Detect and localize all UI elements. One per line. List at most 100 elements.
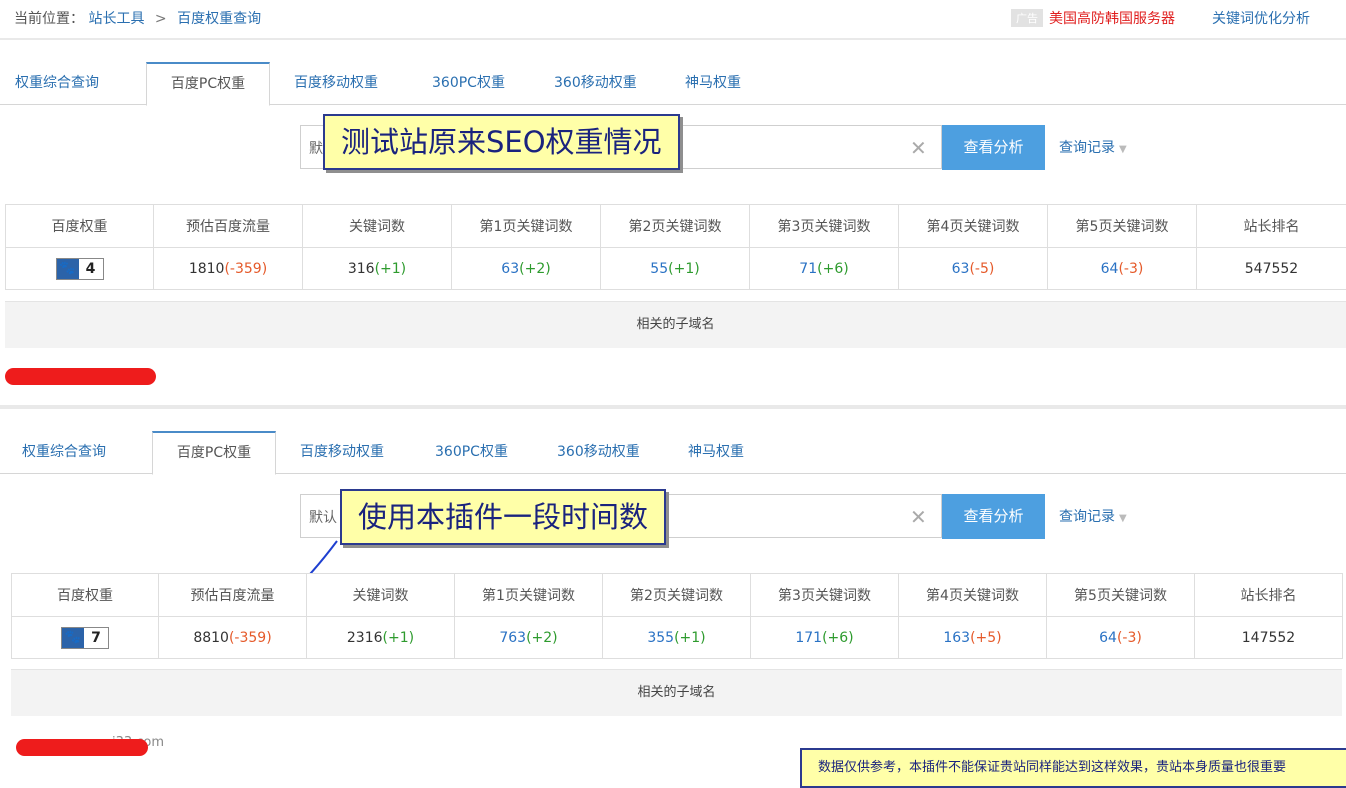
tab-360-mobile[interactable]: 360移动权重: [554, 72, 637, 92]
column-header: 百度权重: [6, 205, 154, 248]
column-header: 站长排名: [1197, 205, 1346, 248]
page1-value[interactable]: 763: [499, 630, 526, 646]
weight-panel-1: 权重综合查询 百度PC权重 百度移动权重 360PC权重 360移动权重 神马权…: [0, 40, 1346, 410]
column-header: 第4页关键词数: [899, 205, 1048, 248]
breadcrumb-prefix: 当前位置：: [14, 11, 84, 27]
page2-delta: (+1): [668, 261, 700, 277]
rank-value: 147552: [1242, 630, 1295, 646]
traffic-cell: 8810(-359): [159, 617, 307, 659]
traffic-delta: (-359): [224, 261, 267, 277]
top-bar: 当前位置： 站长工具 > 百度权重查询 广告 美国高防韩国服务器 关键词优化分析: [0, 0, 1346, 38]
traffic-cell: 1810(-359): [154, 248, 303, 290]
query-history-dropdown[interactable]: 查询记录 ▼: [1059, 137, 1127, 157]
column-header: 百度权重: [12, 574, 159, 617]
page4-cell[interactable]: 163(+5): [899, 617, 1047, 659]
weight-badge[interactable]: 🐾4: [56, 258, 104, 280]
page4-cell[interactable]: 63(-5): [899, 248, 1048, 290]
page5-cell[interactable]: 64(-3): [1048, 248, 1197, 290]
close-icon[interactable]: ✕: [910, 505, 927, 529]
keywords-cell: 316(+1): [303, 248, 452, 290]
tab-baidu-pc[interactable]: 百度PC权重: [152, 431, 276, 475]
search-input-value: 默: [309, 138, 323, 158]
table-header-row: 百度权重 预估百度流量 关键词数 第1页关键词数 第2页关键词数 第3页关键词数…: [12, 574, 1343, 617]
page1-cell[interactable]: 763(+2): [455, 617, 603, 659]
traffic-delta: (-359): [229, 630, 272, 646]
table-header-row: 百度权重 预估百度流量 关键词数 第1页关键词数 第2页关键词数 第3页关键词数…: [6, 205, 1346, 248]
tab-baidu-mobile[interactable]: 百度移动权重: [294, 72, 378, 92]
page3-delta: (+6): [822, 630, 854, 646]
page3-cell[interactable]: 171(+6): [751, 617, 899, 659]
tab-overview[interactable]: 权重综合查询: [22, 441, 106, 461]
column-header: 站长排名: [1195, 574, 1343, 617]
tab-bar: 权重综合查询 百度PC权重 百度移动权重 360PC权重 360移动权重 神马权…: [0, 62, 1346, 105]
table-row: 🐾4 1810(-359) 316(+1) 63(+2) 55(+1) 71(+…: [6, 248, 1346, 290]
tab-360-pc[interactable]: 360PC权重: [432, 72, 505, 92]
keywords-value: 2316: [347, 630, 383, 646]
table-row: 🐾7 8810(-359) 2316(+1) 763(+2) 355(+1) 1…: [12, 617, 1343, 659]
ad-link[interactable]: 美国高防韩国服务器: [1049, 8, 1175, 28]
page2-cell[interactable]: 355(+1): [603, 617, 751, 659]
page5-delta: (-3): [1117, 630, 1142, 646]
keywords-value: 316: [348, 261, 375, 277]
search-input-value: 默认: [309, 507, 337, 527]
column-header: 第5页关键词数: [1047, 574, 1195, 617]
column-header: 第1页关键词数: [455, 574, 603, 617]
page3-value[interactable]: 171: [795, 630, 822, 646]
keywords-cell: 2316(+1): [307, 617, 455, 659]
breadcrumb-item-baidu-weight[interactable]: 百度权重查询: [177, 11, 261, 27]
paw-icon: 🐾: [57, 259, 79, 279]
column-header: 第1页关键词数: [452, 205, 601, 248]
breadcrumb: 当前位置： 站长工具 > 百度权重查询: [14, 8, 261, 28]
traffic-value: 8810: [193, 630, 229, 646]
rank-value: 547552: [1245, 261, 1298, 277]
analyze-button[interactable]: 查看分析: [942, 494, 1045, 539]
page2-value[interactable]: 55: [650, 261, 668, 277]
tab-360-mobile[interactable]: 360移动权重: [557, 441, 640, 461]
weight-cell: 🐾4: [6, 248, 154, 290]
ad-tag: 广告: [1011, 9, 1043, 27]
column-header: 关键词数: [303, 205, 452, 248]
page5-value[interactable]: 64: [1101, 261, 1119, 277]
page2-value[interactable]: 355: [647, 630, 674, 646]
weight-cell: 🐾7: [12, 617, 159, 659]
column-header: 第5页关键词数: [1048, 205, 1197, 248]
annotation-callout: 测试站原来SEO权重情况: [323, 114, 680, 170]
redacted-subdomain: [5, 368, 156, 385]
page3-value[interactable]: 71: [799, 261, 817, 277]
breadcrumb-separator: >: [155, 11, 167, 27]
tab-overview[interactable]: 权重综合查询: [15, 72, 99, 92]
column-header: 第2页关键词数: [603, 574, 751, 617]
close-icon[interactable]: ✕: [910, 136, 927, 160]
page1-value[interactable]: 63: [501, 261, 519, 277]
page1-delta: (+2): [519, 261, 551, 277]
paw-icon: 🐾: [62, 628, 84, 648]
column-header: 预估百度流量: [159, 574, 307, 617]
page5-value[interactable]: 64: [1099, 630, 1117, 646]
query-history-dropdown[interactable]: 查询记录▼: [1059, 506, 1127, 526]
page4-value[interactable]: 163: [943, 630, 970, 646]
page3-cell[interactable]: 71(+6): [750, 248, 899, 290]
chevron-down-icon: ▼: [1119, 144, 1127, 155]
traffic-value: 1810: [189, 261, 225, 277]
page3-delta: (+6): [817, 261, 849, 277]
tab-360-pc[interactable]: 360PC权重: [435, 441, 508, 461]
page4-delta: (+5): [970, 630, 1002, 646]
page2-cell[interactable]: 55(+1): [601, 248, 750, 290]
weight-badge[interactable]: 🐾7: [61, 627, 109, 649]
chevron-down-icon: ▼: [1119, 513, 1127, 524]
page4-value[interactable]: 63: [952, 261, 970, 277]
page1-cell[interactable]: 63(+2): [452, 248, 601, 290]
page5-cell[interactable]: 64(-3): [1047, 617, 1195, 659]
analyze-button[interactable]: 查看分析: [942, 125, 1045, 170]
tab-bar: 权重综合查询 百度PC权重 百度移动权重 360PC权重 360移动权重 神马权…: [0, 431, 1346, 474]
tab-shenma[interactable]: 神马权重: [688, 441, 744, 461]
tab-baidu-mobile[interactable]: 百度移动权重: [300, 441, 384, 461]
keyword-analysis-link[interactable]: 关键词优化分析: [1212, 8, 1310, 28]
breadcrumb-item-tools[interactable]: 站长工具: [88, 11, 144, 27]
weight-value: 7: [84, 628, 108, 648]
redacted-subdomain: [16, 739, 148, 756]
tab-baidu-pc[interactable]: 百度PC权重: [146, 62, 270, 106]
subdomain-header: 相关的子域名: [11, 669, 1342, 716]
tab-shenma[interactable]: 神马权重: [685, 72, 741, 92]
query-history-label: 查询记录: [1059, 140, 1115, 156]
